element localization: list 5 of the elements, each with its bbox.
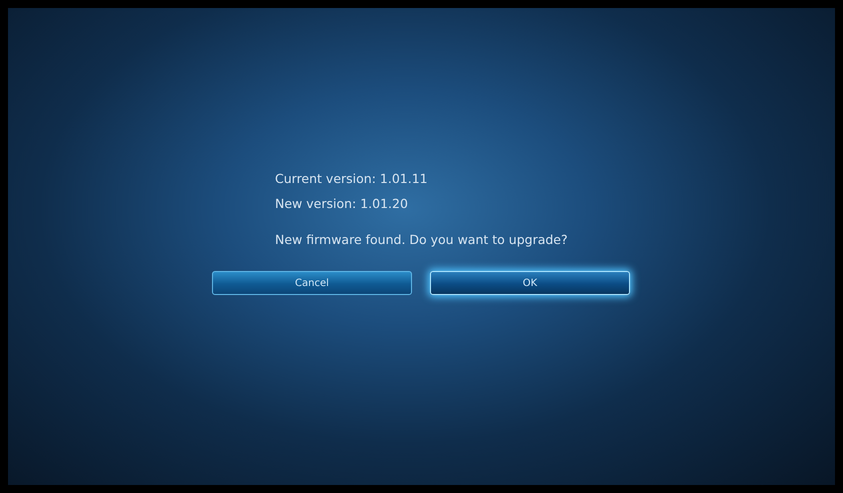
message-text: New firmware found. Do you want to upgrade? bbox=[275, 231, 569, 248]
version-text: New version: 1.01.20 bbox=[275, 196, 409, 211]
dialog-button[interactable]: OK bbox=[430, 271, 630, 295]
dialog-button[interactable]: Cancel bbox=[212, 271, 412, 295]
version-text: Current version: 1.01.11 bbox=[275, 171, 429, 186]
